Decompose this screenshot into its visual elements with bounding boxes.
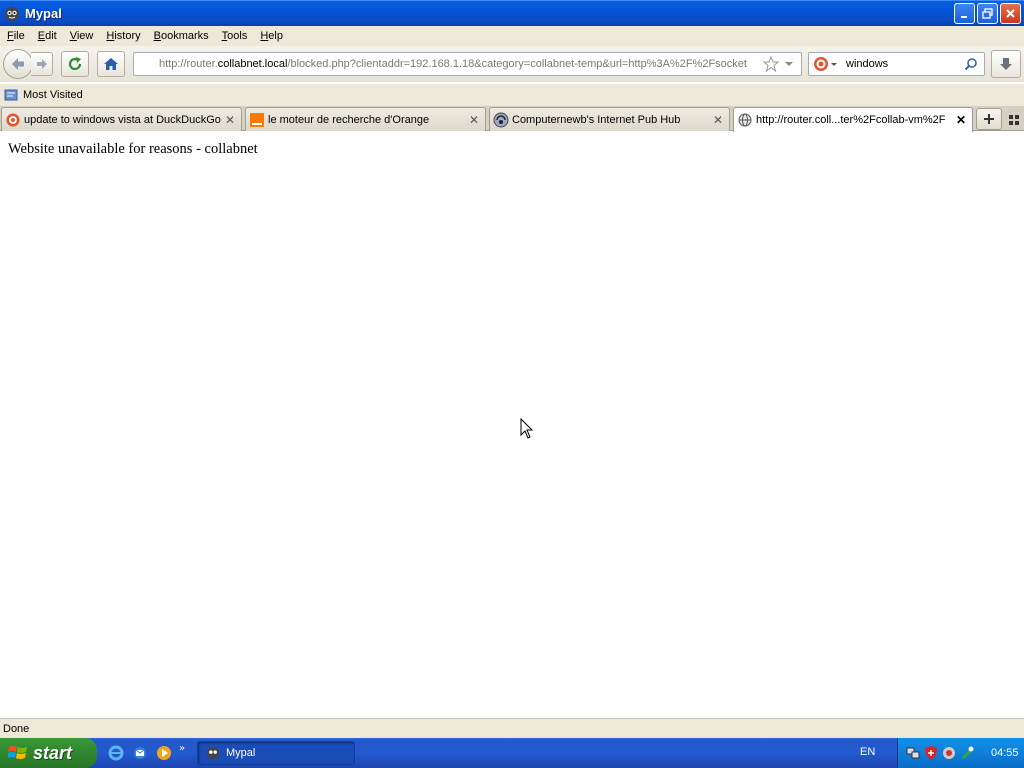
tab-orange[interactable]: le moteur de recherche d'Orange ✕ [245, 107, 486, 131]
bookmarks-folder-icon [4, 89, 18, 101]
engine-dropdown-icon[interactable] [830, 60, 838, 68]
duckduckgo-icon [5, 112, 21, 128]
blocked-message: Website unavailable for reasons - collab… [8, 141, 258, 157]
system-tray: 04:55 [897, 738, 1024, 768]
menu-view[interactable]: View [63, 30, 100, 42]
address-bar[interactable]: http://router.collabnet.local/blocked.ph… [133, 52, 802, 76]
restore-button[interactable] [977, 3, 998, 24]
globe-icon [737, 112, 753, 128]
mypal-task-icon [206, 746, 220, 760]
plus-icon [984, 114, 994, 124]
forward-arrow-icon [36, 59, 47, 69]
url-dropdown-icon[interactable] [783, 58, 795, 70]
status-bar: Done [0, 718, 1024, 738]
start-button[interactable]: start [0, 738, 97, 768]
media-player-icon[interactable] [155, 744, 173, 762]
back-button[interactable] [3, 49, 33, 79]
download-arrow-icon [1000, 58, 1012, 70]
internet-explorer-icon[interactable] [107, 744, 125, 762]
back-forward-group [3, 49, 53, 79]
menu-file[interactable]: File [0, 30, 31, 42]
tab-computernewb[interactable]: Computernewb's Internet Pub Hub ✕ [489, 107, 730, 131]
close-window-button[interactable] [1000, 3, 1021, 24]
safely-remove-icon[interactable] [959, 745, 975, 761]
quick-launch: » [107, 743, 197, 762]
tab-router-blocked[interactable]: http://router.coll...ter%2Fcollab-vm%2F … [733, 107, 973, 132]
tab-close-icon[interactable]: ✕ [223, 113, 237, 127]
outlook-express-icon[interactable] [131, 744, 149, 762]
home-button[interactable] [97, 51, 125, 77]
windows-logo-icon [8, 746, 27, 759]
title-bar[interactable]: Mypal [0, 0, 1024, 26]
restore-icon [982, 8, 993, 19]
menu-bookmarks[interactable]: Bookmarks [147, 30, 215, 42]
menu-help[interactable]: Help [253, 30, 289, 42]
tab-label: update to windows vista at DuckDuckGo [24, 113, 221, 126]
menu-tools[interactable]: Tools [215, 30, 254, 42]
reload-icon [68, 57, 82, 71]
close-icon [1006, 9, 1015, 18]
start-label: start [33, 742, 73, 763]
new-tab-button[interactable] [976, 108, 1002, 130]
status-text: Done [3, 722, 30, 735]
tab-close-icon[interactable]: ✕ [467, 113, 481, 127]
computernewb-icon [493, 112, 509, 128]
minimize-button[interactable] [954, 3, 975, 24]
tab-label: http://router.coll...ter%2Fcollab-vm%2F [756, 114, 946, 126]
most-visited-label: Most Visited [23, 89, 83, 101]
menu-bar: File Edit View History Bookmarks Tools H… [0, 26, 1024, 46]
taskbar-button-mypal[interactable]: Mypal [197, 741, 355, 765]
clock[interactable]: 04:55 [991, 747, 1019, 759]
reload-button[interactable] [61, 51, 89, 77]
tab-close-icon[interactable]: ✕ [954, 113, 968, 127]
mypal-app-icon [5, 6, 19, 21]
window-title: Mypal [25, 6, 62, 21]
list-all-tabs-button[interactable] [1006, 110, 1022, 130]
most-visited-bookmark[interactable]: Most Visited [4, 88, 83, 102]
downloads-button[interactable] [991, 50, 1021, 78]
back-arrow-icon [12, 58, 24, 70]
tab-close-icon[interactable]: ✕ [711, 113, 725, 127]
network-icon[interactable] [905, 745, 921, 761]
grid-icon [1009, 115, 1019, 125]
mouse-cursor-icon [520, 418, 534, 439]
tab-strip: update to windows vista at DuckDuckGo ✕ … [0, 106, 1024, 132]
search-bar[interactable]: windows [808, 52, 985, 76]
home-icon [104, 58, 118, 70]
search-input[interactable]: windows [846, 58, 964, 70]
duckduckgo-engine-icon[interactable] [813, 56, 829, 72]
security-shield-icon[interactable] [923, 745, 939, 761]
minimize-icon [961, 16, 967, 18]
orange-icon [249, 112, 265, 128]
language-indicator[interactable]: EN [860, 746, 875, 758]
taskbar-button-label: Mypal [226, 747, 256, 759]
taskbar: start » Mypal EN 04:55 [0, 738, 1024, 768]
tab-label: Computernewb's Internet Pub Hub [512, 113, 681, 126]
page-content: Website unavailable for reasons - collab… [0, 132, 1024, 718]
quick-launch-chevron-icon[interactable]: » [179, 743, 185, 754]
window-controls [954, 3, 1021, 24]
tab-label: le moteur de recherche d'Orange [268, 113, 430, 126]
bookmarks-toolbar: Most Visited [0, 84, 1024, 106]
menu-history[interactable]: History [99, 30, 146, 42]
bookmark-star-icon[interactable] [763, 56, 779, 72]
menu-edit[interactable]: Edit [31, 30, 63, 42]
search-icon[interactable] [964, 57, 978, 71]
forward-button[interactable] [31, 52, 53, 76]
antivirus-icon[interactable] [941, 745, 957, 761]
address-url[interactable]: http://router.collabnet.local/blocked.ph… [134, 58, 763, 70]
tab-duckduckgo[interactable]: update to windows vista at DuckDuckGo ✕ [1, 107, 242, 131]
